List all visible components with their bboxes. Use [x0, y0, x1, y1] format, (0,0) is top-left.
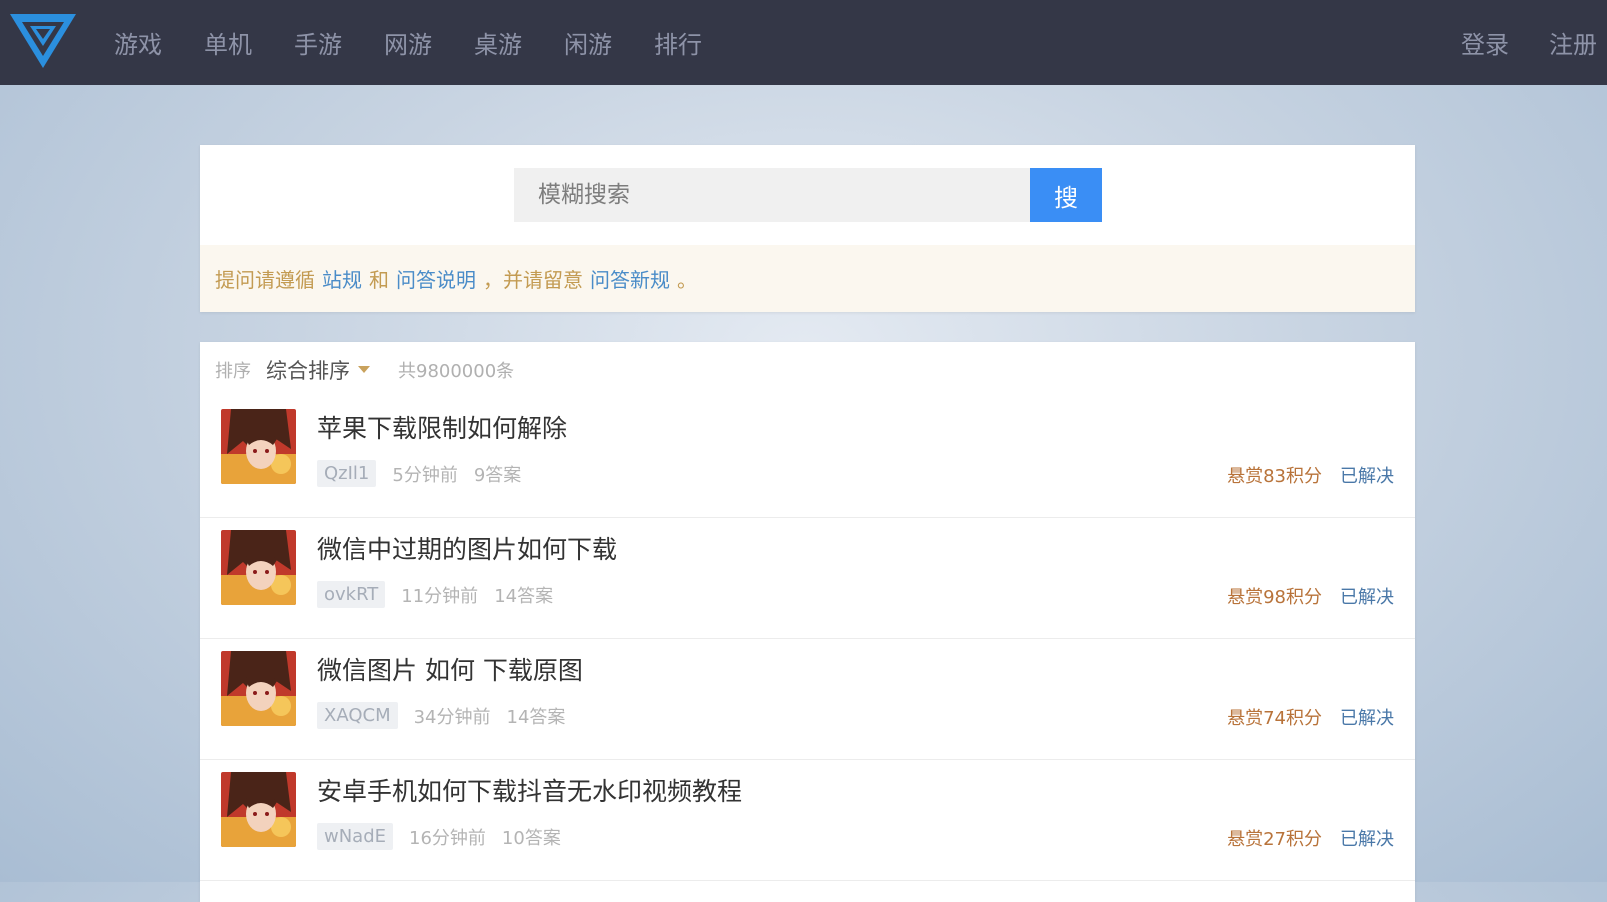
search-bar: 搜 [514, 168, 1102, 222]
nav-item-board-games[interactable]: 桌游 [474, 25, 522, 60]
nav-item-rankings[interactable]: 排行 [654, 25, 702, 60]
reward-points: 悬赏98积分 [1227, 587, 1322, 608]
question-title[interactable]: 微信图片 如何 下载原图 [317, 651, 583, 687]
top-navigation-bar: 游戏 单机 手游 网游 桌游 闲游 排行 登录 注册 [0, 0, 1607, 85]
post-time: 11分钟前 [401, 585, 479, 607]
user-tag[interactable]: ovkRT [317, 581, 386, 608]
question-title[interactable]: 微信中过期的图片如何下载 [317, 530, 617, 566]
account-links: 登录 注册 [1421, 0, 1597, 85]
question-row[interactable]: 微信图片 如何 下载原图 XAQCM 34分钟前 14答案 悬赏74积分 已解决 [200, 639, 1415, 760]
search-button[interactable]: 搜 [1030, 168, 1102, 222]
rules-notice: 提问请遵循 站规 和 问答说明 ，并请留意 问答新规 。 [200, 245, 1415, 312]
question-title[interactable]: 安卓手机如何下载抖音无水印视频教程 [317, 772, 742, 808]
avatar[interactable] [221, 530, 296, 605]
register-link[interactable]: 注册 [1549, 25, 1597, 60]
nav-item-online-games[interactable]: 网游 [384, 25, 432, 60]
answer-count: 14答案 [494, 585, 554, 607]
user-tag[interactable]: QzIl1 [317, 460, 377, 487]
question-meta: QzIl1 5分钟前 9答案 [317, 460, 521, 487]
answer-count: 9答案 [473, 464, 522, 486]
question-title[interactable]: 苹果下载限制如何解除 [317, 409, 567, 445]
question-list-panel: 排序 综合排序 共9800000条 苹果下载限制如何解除 QzIl1 5分钟前 [200, 342, 1415, 902]
nav-item-casual-games[interactable]: 闲游 [564, 25, 612, 60]
status-badge: 已解决 [1340, 466, 1394, 487]
site-logo-v-icon[interactable] [8, 10, 78, 72]
user-tag[interactable]: XAQCM [317, 702, 398, 729]
question-meta: XAQCM 34分钟前 14答案 [317, 702, 565, 729]
site-rules-link[interactable]: 站规 [322, 264, 362, 293]
nav-item-mobile-games[interactable]: 手游 [294, 25, 342, 60]
qa-new-rules-link[interactable]: 问答新规 [590, 264, 670, 293]
question-meta: ovkRT 11分钟前 14答案 [317, 581, 553, 608]
question-row[interactable]: 微信中过期的图片如何下载 ovkRT 11分钟前 14答案 悬赏98积分 已解决 [200, 518, 1415, 639]
status-badge: 已解决 [1340, 587, 1394, 608]
sort-bar: 排序 综合排序 共9800000条 [215, 342, 514, 397]
answer-count: 10答案 [501, 827, 561, 849]
reward-points: 悬赏74积分 [1227, 708, 1322, 729]
status-badge: 已解决 [1340, 708, 1394, 729]
qa-guide-link[interactable]: 问答说明 [396, 264, 476, 293]
sort-selected-value: 综合排序 [266, 358, 350, 383]
search-input[interactable] [514, 168, 1030, 222]
user-tag[interactable]: wNadE [317, 823, 394, 850]
notice-suffix: 。 [677, 268, 697, 292]
reward-points: 悬赏27积分 [1227, 829, 1322, 850]
question-row[interactable]: 苹果下载限制如何解除 QzIl1 5分钟前 9答案 悬赏83积分 已解决 [200, 397, 1415, 518]
reward-points: 悬赏83积分 [1227, 466, 1322, 487]
post-time: 34分钟前 [413, 706, 491, 728]
notice-middle: ，并请留意 [483, 268, 583, 292]
post-time: 5分钟前 [392, 464, 458, 486]
caret-down-icon [358, 366, 370, 373]
answer-count: 14答案 [506, 706, 566, 728]
avatar[interactable] [221, 651, 296, 726]
question-row[interactable]: 安卓手机如何下载抖音无水印视频教程 wNadE 16分钟前 10答案 悬赏27积… [200, 760, 1415, 881]
result-count: 共9800000条 [398, 360, 515, 382]
main-nav: 游戏 单机 手游 网游 桌游 闲游 排行 [114, 0, 744, 85]
status-badge: 已解决 [1340, 829, 1394, 850]
post-time: 16分钟前 [409, 827, 486, 849]
notice-and: 和 [369, 268, 389, 292]
question-meta: wNadE 16分钟前 10答案 [317, 823, 561, 850]
avatar[interactable] [221, 772, 296, 847]
nav-item-games[interactable]: 游戏 [114, 25, 162, 60]
notice-prefix: 提问请遵循 [215, 268, 315, 292]
sort-dropdown[interactable]: 综合排序 [266, 355, 370, 385]
login-link[interactable]: 登录 [1461, 25, 1509, 60]
avatar[interactable] [221, 409, 296, 484]
nav-item-single-player[interactable]: 单机 [204, 25, 252, 60]
search-panel: 搜 提问请遵循 站规 和 问答说明 ，并请留意 问答新规 。 [200, 145, 1415, 312]
sort-label: 排序 [215, 360, 251, 382]
